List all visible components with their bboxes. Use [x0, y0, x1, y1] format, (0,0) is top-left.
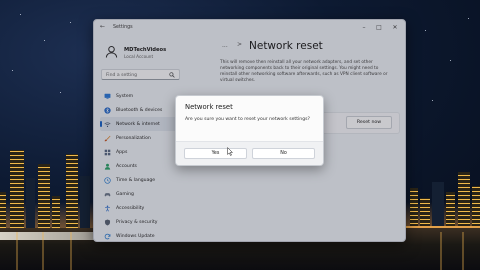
light-reflection: [70, 232, 72, 270]
star: [12, 70, 13, 71]
building: [38, 164, 50, 228]
yes-button[interactable]: Yes: [184, 148, 247, 159]
building: [432, 182, 444, 228]
no-button[interactable]: No: [252, 148, 315, 159]
light-reflection: [440, 232, 442, 270]
light-reflection: [42, 232, 44, 270]
building: [10, 150, 24, 228]
network-reset-dialog: Network reset Are you sure you want to r…: [175, 95, 324, 166]
star: [450, 60, 451, 61]
star: [60, 92, 61, 93]
dialog-title: Network reset: [185, 103, 233, 111]
star: [468, 18, 469, 19]
light-reflection: [16, 232, 18, 270]
mouse-cursor-icon: [227, 147, 233, 156]
star: [20, 14, 21, 15]
building: [66, 154, 78, 228]
building: [26, 178, 35, 228]
light-reflection: [462, 232, 464, 270]
building: [52, 196, 60, 228]
star: [70, 22, 71, 23]
building: [80, 176, 90, 228]
building: [446, 192, 455, 228]
building: [420, 198, 430, 228]
building: [0, 192, 6, 228]
dialog-question: Are you sure you want to reset your netw…: [185, 117, 310, 122]
star: [432, 100, 433, 101]
building: [458, 172, 470, 228]
star: [44, 40, 45, 41]
building: [472, 186, 480, 228]
building: [410, 188, 418, 228]
dialog-footer: Yes No: [176, 141, 323, 165]
star: [425, 30, 426, 31]
